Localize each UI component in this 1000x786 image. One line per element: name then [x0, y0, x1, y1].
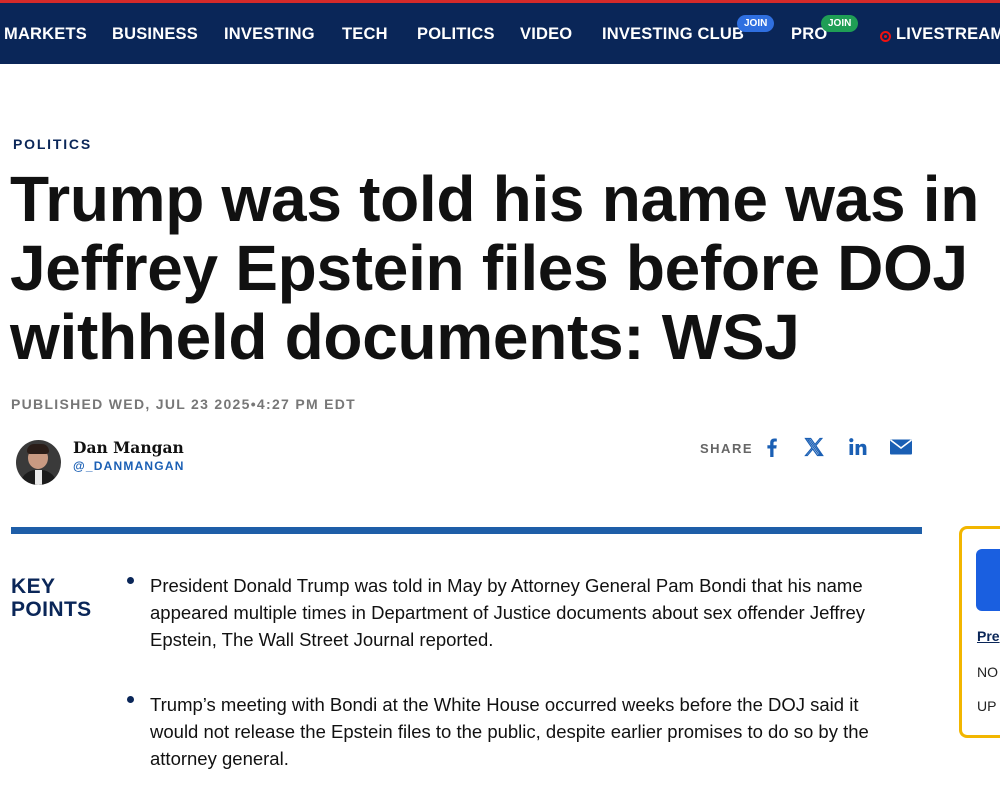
published-timestamp: PUBLISHED WED, JUL 23 2025•4:27 PM EDT	[11, 396, 357, 412]
nav-item-livestream[interactable]: LIVESTREAM	[896, 25, 1000, 44]
headline-line: Trump was told his name was in	[10, 163, 980, 235]
key-points-title-line: POINTS	[11, 598, 92, 621]
key-points-title-line: KEY	[11, 575, 56, 598]
section-divider	[11, 527, 922, 534]
author-avatar[interactable]	[16, 440, 61, 485]
top-navigation-bar: MARKETS BUSINESS INVESTING TECH POLITICS…	[0, 0, 1000, 64]
promo-card-link[interactable]: Pre	[977, 628, 1000, 644]
nav-item-video[interactable]: VIDEO	[520, 25, 572, 44]
bullet-icon	[127, 696, 134, 703]
headline-line: Jeffrey Epstein files before DOJ	[10, 232, 968, 304]
facebook-icon[interactable]	[761, 436, 787, 458]
promo-card-text: UP	[977, 698, 997, 714]
investing-club-join-badge[interactable]: JOIN	[737, 15, 775, 32]
section-label[interactable]: POLITICS	[13, 136, 92, 152]
nav-item-business[interactable]: BUSINESS	[112, 25, 198, 44]
headline-line: withheld documents: WSJ	[10, 301, 800, 373]
x-icon[interactable]	[803, 436, 829, 458]
nav-item-investing[interactable]: INVESTING	[224, 25, 315, 44]
author-name[interactable]: Dan Mangan	[73, 438, 184, 457]
author-handle[interactable]: @_DANMANGAN	[73, 459, 185, 473]
nav-item-tech[interactable]: TECH	[342, 25, 388, 44]
nav-item-politics[interactable]: POLITICS	[417, 25, 495, 44]
article-headline: Trump was told his name was in Jeffrey E…	[10, 165, 1000, 372]
bullet-icon	[127, 577, 134, 584]
key-points-title: KEY POINTS	[11, 575, 92, 621]
share-label: SHARE	[700, 441, 754, 456]
pro-join-badge[interactable]: JOIN	[821, 15, 859, 32]
key-point-item: Trump’s meeting with Bondi at the White …	[150, 694, 869, 769]
key-point-item: President Donald Trump was told in May b…	[150, 575, 866, 650]
promo-card-button[interactable]	[976, 549, 1000, 611]
promo-card-text: NO	[977, 664, 998, 680]
live-indicator-icon	[880, 31, 891, 42]
nav-item-markets[interactable]: MARKETS	[4, 25, 87, 44]
nav-item-investing-club[interactable]: INVESTING CLUB	[602, 25, 744, 44]
email-icon[interactable]	[889, 436, 915, 458]
linkedin-icon[interactable]	[847, 436, 873, 458]
